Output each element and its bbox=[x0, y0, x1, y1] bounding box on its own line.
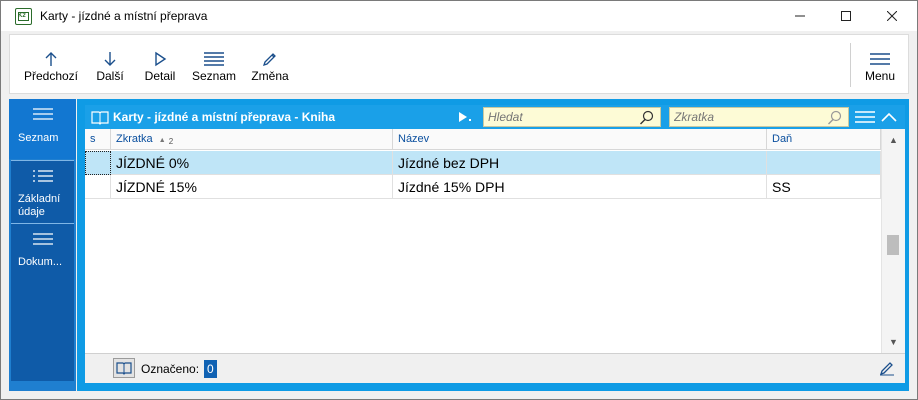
scroll-up-icon[interactable]: ▲ bbox=[889, 135, 898, 145]
panel-title: Karty - jízdné a místní přeprava - Kniha bbox=[113, 110, 336, 124]
status-bar: Označeno: 0 bbox=[85, 353, 905, 383]
row-selector[interactable] bbox=[85, 151, 111, 175]
sidebar-item-label-line1: Základní bbox=[18, 193, 61, 205]
scroll-thumb[interactable] bbox=[887, 235, 899, 255]
detail-label: Detail bbox=[144, 69, 176, 83]
edit-button[interactable]: Změna bbox=[248, 35, 292, 93]
vertical-scrollbar[interactable]: ▲ ▼ bbox=[881, 129, 905, 353]
sidebar-item-label-line2: údaje bbox=[18, 206, 45, 218]
previous-label: Předchozí bbox=[23, 69, 79, 83]
shortcut-input[interactable] bbox=[670, 108, 848, 126]
menu-label: Menu bbox=[864, 69, 896, 83]
book-panel: Karty - jízdné a místní přeprava - Kniha bbox=[85, 105, 905, 383]
toolbar-divider bbox=[850, 43, 851, 87]
panel-header: Karty - jízdné a místní přeprava - Kniha bbox=[85, 105, 905, 129]
hamburger-icon bbox=[870, 53, 890, 65]
sidebar-item-zakladni-udaje[interactable]: Základní údaje bbox=[9, 161, 76, 223]
search-input[interactable] bbox=[484, 108, 660, 126]
detail-button[interactable]: Detail bbox=[142, 35, 178, 93]
sidebar-item-dokumenty[interactable]: Dokum... bbox=[9, 224, 76, 279]
window-title: Karty - jízdné a místní přeprava bbox=[40, 9, 208, 23]
scroll-down-icon[interactable]: ▼ bbox=[889, 337, 898, 347]
play-outline-icon bbox=[155, 51, 167, 67]
edit-label: Změna bbox=[251, 69, 289, 83]
pencil-icon bbox=[262, 53, 276, 67]
title-bar: K2 Karty - jízdné a místní přeprava bbox=[1, 1, 917, 31]
app-window: K2 Karty - jízdné a místní přeprava Před… bbox=[0, 0, 918, 400]
close-icon bbox=[887, 11, 897, 21]
arrow-down-icon bbox=[104, 52, 116, 66]
arrow-up-icon bbox=[45, 52, 57, 66]
search-icon[interactable] bbox=[639, 110, 655, 126]
book-icon bbox=[116, 362, 132, 375]
play-icon[interactable] bbox=[459, 112, 467, 122]
cell-dan bbox=[767, 151, 881, 175]
main-panel: Karty - jízdné a místní přeprava - Kniha bbox=[77, 99, 909, 391]
marked-count-badge: 0 bbox=[204, 360, 217, 378]
chevron-up-icon[interactable] bbox=[881, 110, 897, 124]
sidebar-item-seznam[interactable]: Seznam bbox=[9, 99, 76, 159]
pencil-icon[interactable] bbox=[879, 360, 895, 376]
row-selector[interactable] bbox=[85, 175, 111, 199]
list-icon bbox=[204, 52, 224, 66]
column-header-zkratka[interactable]: Zkratka ▲ 2 bbox=[111, 129, 393, 150]
search-icon[interactable] bbox=[827, 110, 843, 126]
hamburger-icon[interactable] bbox=[855, 110, 875, 124]
previous-button[interactable]: Předchozí bbox=[18, 35, 84, 93]
next-button[interactable]: Další bbox=[92, 35, 128, 93]
sidebar: Seznam Základní údaje Dokum... bbox=[9, 99, 76, 391]
cell-nazev: Jízdné bez DPH bbox=[393, 151, 767, 175]
list-button[interactable]: Seznam bbox=[190, 35, 238, 93]
sidebar-item-label: Seznam bbox=[18, 132, 59, 144]
cell-dan: SS bbox=[767, 175, 881, 199]
book-toggle-button[interactable] bbox=[113, 358, 135, 378]
next-label: Další bbox=[96, 69, 124, 83]
minimize-button[interactable] bbox=[777, 1, 823, 31]
minimize-icon bbox=[795, 15, 805, 17]
search-box[interactable] bbox=[483, 107, 661, 127]
close-button[interactable] bbox=[869, 1, 915, 31]
hamburger-icon bbox=[32, 233, 53, 245]
shortcut-search-box[interactable] bbox=[669, 107, 849, 127]
cell-nazev: Jízdné 15% DPH bbox=[393, 175, 767, 199]
table-row[interactable]: JÍZDNÉ 0% Jízdné bez DPH bbox=[85, 151, 881, 175]
column-header-nazev[interactable]: Název bbox=[393, 129, 767, 150]
app-icon: K2 bbox=[15, 8, 32, 25]
play-dot-icon bbox=[469, 119, 471, 121]
maximize-icon bbox=[841, 11, 851, 21]
marked-label: Označeno: bbox=[141, 362, 200, 376]
cell-zkratka: JÍZDNÉ 15% bbox=[111, 175, 393, 199]
column-header-s[interactable]: s bbox=[85, 129, 111, 150]
toolbar: Předchozí Další Detail Seznam Změna Menu bbox=[9, 34, 909, 94]
cell-zkratka: JÍZDNÉ 0% bbox=[111, 151, 393, 175]
list-label: Seznam bbox=[191, 69, 237, 83]
column-header-dan[interactable]: Daň bbox=[767, 129, 881, 150]
hamburger-icon bbox=[32, 108, 53, 120]
book-icon bbox=[91, 111, 109, 125]
menu-button[interactable]: Menu bbox=[858, 35, 902, 93]
maximize-button[interactable] bbox=[823, 1, 869, 31]
list-icon bbox=[32, 170, 53, 182]
sort-index: 2 bbox=[168, 137, 174, 146]
sidebar-item-label: Dokum... bbox=[18, 256, 63, 268]
table-row[interactable]: JÍZDNÉ 15% Jízdné 15% DPH SS bbox=[85, 175, 881, 199]
data-grid: s Zkratka ▲ 2 Název Daň JÍZDNÉ 0% Jízdné… bbox=[85, 129, 881, 353]
sort-ascending-icon: ▲ bbox=[158, 137, 166, 144]
